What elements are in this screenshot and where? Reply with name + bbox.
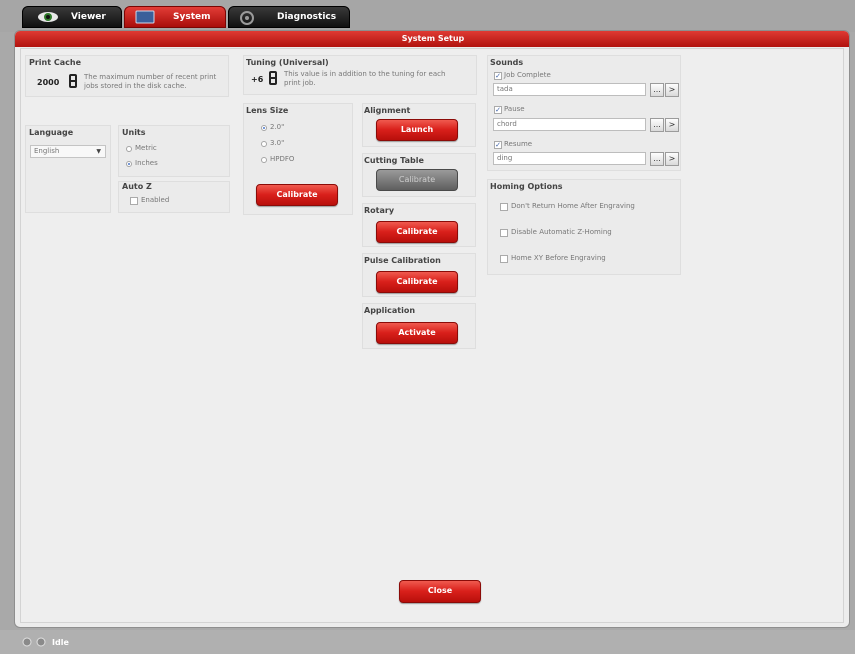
pulse-calibration-panel: Pulse Calibration Calibrate [362, 253, 476, 297]
rotary-panel: Rotary Calibrate [362, 203, 476, 247]
lens-size-panel: Lens Size 2.0" 3.0" HPDFO Calibrate [243, 103, 353, 215]
tab-diagnostics-label: Diagnostics [277, 12, 337, 22]
pulse-calibrate-button[interactable]: Calibrate [376, 271, 458, 293]
lens-3-radio[interactable] [261, 141, 267, 147]
tab-viewer[interactable]: Viewer [22, 6, 122, 28]
tuning-description: This value is in addition to the tuning … [284, 70, 446, 87]
home-xy-label: Home XY Before Engraving [511, 254, 606, 262]
homing-options-panel: Homing Options Don't Return Home After E… [487, 179, 681, 275]
tuning-panel: Tuning (Universal) +6 This value is in a… [243, 55, 477, 95]
status-light-icon [22, 637, 32, 647]
resume-play-button[interactable]: > [665, 152, 679, 166]
job-complete-browse-button[interactable]: ... [650, 83, 664, 97]
chevron-down-icon: ▼ [96, 148, 101, 155]
lens-hpdfo-radio[interactable] [261, 157, 267, 163]
status-bar: Idle [0, 630, 855, 654]
disable-z-homing-label: Disable Automatic Z-Homing [511, 228, 612, 236]
tab-diagnostics[interactable]: Diagnostics [228, 6, 350, 28]
alignment-launch-button[interactable]: Launch [376, 119, 458, 141]
sounds-title: Sounds [490, 58, 524, 67]
cutting-table-title: Cutting Table [364, 156, 424, 165]
system-icon [135, 10, 155, 24]
job-complete-label: Job Complete [504, 71, 551, 79]
auto-z-title: Auto Z [122, 182, 152, 191]
pause-play-button[interactable]: > [665, 118, 679, 132]
resume-browse-button[interactable]: ... [650, 152, 664, 166]
auto-z-panel: Auto Z Enabled [118, 181, 230, 213]
tuning-title: Tuning (Universal) [246, 58, 329, 67]
status-light-icon [36, 637, 46, 647]
lens-calibrate-button[interactable]: Calibrate [256, 184, 338, 206]
lens-2-label: 2.0" [270, 123, 285, 131]
home-xy-checkbox[interactable] [500, 255, 508, 263]
language-selected-value: English [34, 147, 60, 155]
language-title: Language [29, 128, 74, 137]
application-activate-button[interactable]: Activate [376, 322, 458, 344]
dont-return-home-label: Don't Return Home After Engraving [511, 202, 635, 210]
settings-area: Print Cache 2000 The maximum number of r… [20, 48, 844, 623]
pause-label: Pause [504, 105, 525, 113]
eye-icon [38, 12, 58, 22]
print-cache-description: The maximum number of recent print jobs … [84, 73, 217, 90]
lens-2-radio[interactable] [261, 125, 267, 131]
cutting-table-panel: Cutting Table Calibrate [362, 153, 476, 197]
application-panel: Application Activate [362, 303, 476, 349]
print-cache-stepper[interactable] [69, 74, 77, 88]
auto-z-label: Enabled [141, 196, 170, 204]
units-inches-label: Inches [135, 159, 158, 167]
print-cache-panel: Print Cache 2000 The maximum number of r… [25, 55, 229, 97]
units-metric-label: Metric [135, 144, 157, 152]
status-text: Idle [52, 638, 69, 647]
pulse-calibration-title: Pulse Calibration [364, 256, 441, 265]
sounds-panel: Sounds ✓ Job Complete tada ... > ✓ Pause… [487, 55, 681, 171]
print-cache-title: Print Cache [29, 58, 81, 67]
pause-browse-button[interactable]: ... [650, 118, 664, 132]
tab-system[interactable]: System [124, 6, 226, 28]
tab-viewer-label: Viewer [71, 12, 106, 22]
rotary-title: Rotary [364, 206, 395, 215]
alignment-title: Alignment [364, 106, 411, 115]
pause-checkbox[interactable]: ✓ [494, 106, 502, 114]
units-inches-radio[interactable] [126, 161, 132, 167]
cutting-table-calibrate-button[interactable]: Calibrate [376, 169, 458, 191]
units-metric-radio[interactable] [126, 146, 132, 152]
disable-z-homing-checkbox[interactable] [500, 229, 508, 237]
tuning-stepper[interactable] [269, 71, 277, 85]
language-panel: Language English ▼ [25, 125, 111, 213]
alignment-panel: Alignment Launch [362, 103, 476, 147]
close-button[interactable]: Close [399, 580, 481, 603]
system-setup-window: System Setup Print Cache 2000 The maximu… [14, 30, 850, 628]
homing-options-title: Homing Options [490, 182, 563, 191]
resume-checkbox[interactable]: ✓ [494, 141, 502, 149]
resume-sound-field[interactable]: ding [493, 152, 646, 165]
dont-return-home-checkbox[interactable] [500, 203, 508, 211]
tab-bar: Viewer System Diagnostics [0, 0, 855, 32]
units-panel: Units Metric Inches [118, 125, 230, 177]
job-complete-play-button[interactable]: > [665, 83, 679, 97]
lens-3-label: 3.0" [270, 139, 285, 147]
job-complete-sound-field[interactable]: tada [493, 83, 646, 96]
job-complete-checkbox[interactable]: ✓ [494, 72, 502, 80]
language-select[interactable]: English ▼ [30, 145, 106, 158]
tab-system-label: System [173, 12, 211, 22]
window-title: System Setup [15, 31, 849, 47]
print-cache-value[interactable]: 2000 [37, 78, 59, 87]
units-title: Units [122, 128, 146, 137]
lens-hpdfo-label: HPDFO [270, 155, 295, 163]
diagnostics-icon [240, 11, 254, 25]
auto-z-checkbox[interactable] [130, 197, 138, 205]
rotary-calibrate-button[interactable]: Calibrate [376, 221, 458, 243]
resume-label: Resume [504, 140, 533, 148]
application-title: Application [364, 306, 416, 315]
tuning-value[interactable]: +6 [251, 75, 263, 84]
pause-sound-field[interactable]: chord [493, 118, 646, 131]
lens-size-title: Lens Size [246, 106, 289, 115]
